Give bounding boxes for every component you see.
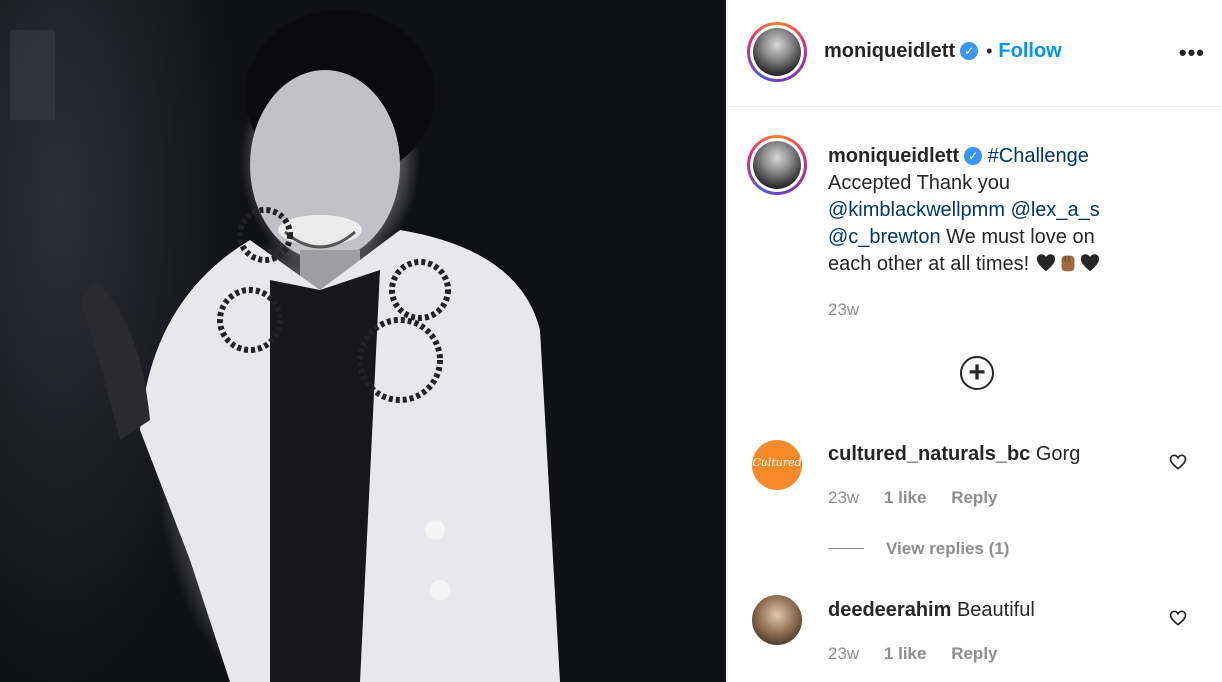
follow-button[interactable]: Follow <box>998 40 1061 62</box>
mention-link-1[interactable]: @kimblackwellpmm <box>828 199 1005 221</box>
caption-author-username[interactable]: moniqueidlett <box>828 145 959 167</box>
comment-2-text: Beautiful <box>956 599 1035 621</box>
comment-avatar-2[interactable] <box>752 595 802 645</box>
comment-avatar-1[interactable]: Cultured <box>752 440 802 490</box>
comment-2-username[interactable]: deedeerahim <box>828 599 951 621</box>
post-caption: moniqueidlett ✓ #Challenge Accepted Thank… <box>828 143 1118 278</box>
replies-divider <box>828 548 864 549</box>
avatar-logo-text: Cultured <box>752 456 802 469</box>
comment-2-meta: 23w 1 like Reply <box>828 644 1018 664</box>
caption-emojis <box>1035 253 1101 275</box>
comment-2: deedeerahim Beautiful <box>828 599 1035 622</box>
comment-2-likes[interactable]: 1 like <box>884 644 927 663</box>
caption-verified-badge-icon: ✓ <box>964 147 983 165</box>
comment-2-reply-button[interactable]: Reply <box>951 644 997 663</box>
comment-1-likes[interactable]: 1 like <box>884 488 927 507</box>
heart-outline-icon[interactable] <box>1168 452 1188 472</box>
add-circle-icon[interactable]: + <box>960 356 994 390</box>
comment-1-reply-button[interactable]: Reply <box>951 488 997 507</box>
caption-author-avatar[interactable] <box>747 135 807 195</box>
post-details-panel: moniqueidlett ✓ • Follow ••• moniqueidlett ✓… <box>727 0 1222 682</box>
view-replies-label: View replies (1) <box>886 539 1010 558</box>
mention-link-3[interactable]: @c_brewton <box>828 226 941 248</box>
comment-1: cultured_naturals_bc Gorg <box>828 443 1080 466</box>
raised-fist-icon <box>1061 255 1075 272</box>
author-avatar[interactable] <box>747 22 807 82</box>
author-username[interactable]: moniqueidlett <box>824 40 955 62</box>
comment-1-username[interactable]: cultured_naturals_bc <box>828 443 1030 465</box>
comment-1-text: Gorg <box>1035 443 1081 465</box>
post-photo[interactable] <box>0 0 726 682</box>
more-options-icon[interactable]: ••• <box>1179 40 1205 66</box>
post-header: moniqueidlett ✓ • Follow ••• <box>728 0 1222 107</box>
photo-illustration <box>10 0 726 682</box>
view-replies-button[interactable]: View replies (1) <box>828 539 1009 559</box>
black-heart-icon-2 <box>1080 254 1099 272</box>
heart-outline-icon-2[interactable] <box>1168 608 1188 628</box>
comment-2-time[interactable]: 23w <box>828 644 859 663</box>
hashtag-link[interactable]: #Challenge <box>988 145 1089 167</box>
header-author-row: moniqueidlett ✓ • Follow <box>824 40 1062 63</box>
separator-dot: • <box>986 41 993 61</box>
comment-1-time[interactable]: 23w <box>828 488 859 507</box>
verified-badge-icon: ✓ <box>960 42 979 60</box>
comment-1-meta: 23w 1 like Reply <box>828 488 1018 508</box>
mention-link-2[interactable]: @lex_a_s <box>1011 199 1100 221</box>
caption-text-1: Accepted Thank you <box>828 172 1010 194</box>
caption-timestamp[interactable]: 23w <box>828 300 859 320</box>
black-heart-icon <box>1036 254 1055 272</box>
